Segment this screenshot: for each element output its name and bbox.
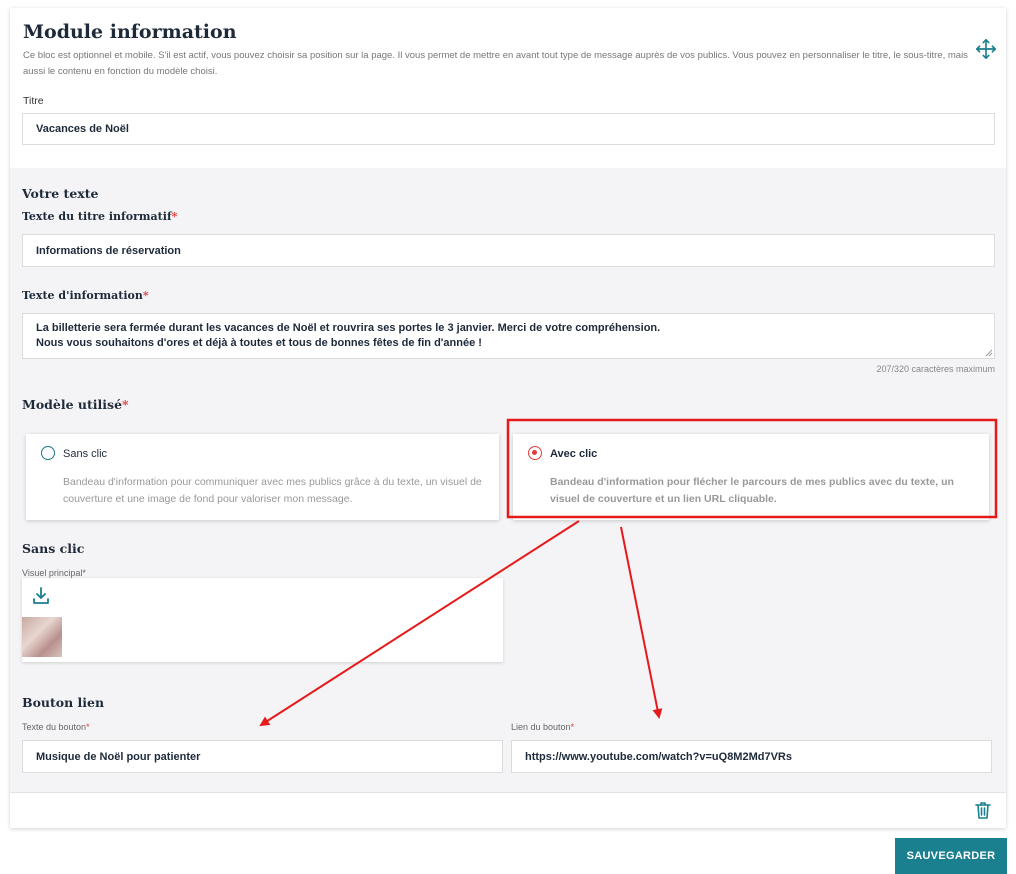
lien-bouton-label: Lien du bouton* bbox=[511, 722, 575, 732]
page-title: Module information bbox=[23, 21, 237, 43]
info-textarea[interactable]: La billetterie sera fermée durant les va… bbox=[22, 313, 995, 359]
radio-sans-clic[interactable] bbox=[41, 446, 55, 460]
titre-info-input[interactable]: Informations de réservation bbox=[22, 234, 995, 267]
lien-bouton-input[interactable]: https://www.youtube.com/watch?v=uQ8M2Md7… bbox=[511, 740, 992, 773]
titre-value: Vacances de Noël bbox=[36, 123, 129, 135]
texte-bouton-value: Musique de Noël pour patienter bbox=[36, 750, 201, 763]
modele-heading: Modèle utilisé* bbox=[22, 397, 129, 412]
sans-clic-heading: Sans clic bbox=[22, 541, 85, 556]
trash-icon[interactable] bbox=[975, 801, 991, 819]
option-title: Sans clic bbox=[63, 448, 108, 460]
option-avec-clic[interactable]: Avec clic Bandeau d'information pour flé… bbox=[513, 434, 989, 520]
texte-bouton-input[interactable]: Musique de Noël pour patienter bbox=[22, 740, 503, 773]
texte-bouton-label: Texte du bouton* bbox=[22, 722, 90, 732]
module-card: Module information Ce bloc est optionnel… bbox=[10, 8, 1006, 828]
save-button[interactable]: SAUVEGARDER bbox=[895, 838, 1007, 874]
titre-label: Titre bbox=[23, 95, 44, 107]
visuel-upload[interactable] bbox=[22, 578, 503, 662]
option-description: Bandeau d'information pour flécher le pa… bbox=[550, 476, 954, 505]
resize-handle-icon[interactable] bbox=[985, 349, 993, 357]
titre-info-label: Texte du titre informatif* bbox=[22, 210, 178, 223]
option-sans-clic[interactable]: Sans clic Bandeau d'information pour com… bbox=[26, 434, 499, 520]
option-description: Bandeau d'information pour communiquer a… bbox=[63, 476, 482, 505]
footer-divider bbox=[10, 792, 1006, 793]
lien-bouton-value: https://www.youtube.com/watch?v=uQ8M2Md7… bbox=[525, 750, 792, 763]
titre-info-value: Informations de réservation bbox=[36, 244, 181, 257]
bouton-heading: Bouton lien bbox=[22, 695, 105, 710]
radio-avec-clic[interactable] bbox=[528, 446, 542, 460]
module-description: Ce bloc est optionnel et mobile. S'il es… bbox=[23, 50, 968, 77]
votre-texte-heading: Votre texte bbox=[22, 186, 99, 201]
info-label: Texte d'information* bbox=[22, 289, 149, 302]
upload-icon[interactable] bbox=[33, 587, 49, 605]
move-icon[interactable] bbox=[975, 38, 997, 60]
visuel-label: Visuel principal* bbox=[22, 568, 86, 578]
visuel-thumbnail[interactable] bbox=[22, 617, 62, 657]
option-title: Avec clic bbox=[550, 448, 598, 460]
titre-input[interactable]: Vacances de Noël bbox=[22, 113, 995, 145]
char-count: 207/320 caractères maximum bbox=[876, 364, 995, 374]
text-section: Votre texte Texte du titre informatif* I… bbox=[10, 168, 1006, 792]
